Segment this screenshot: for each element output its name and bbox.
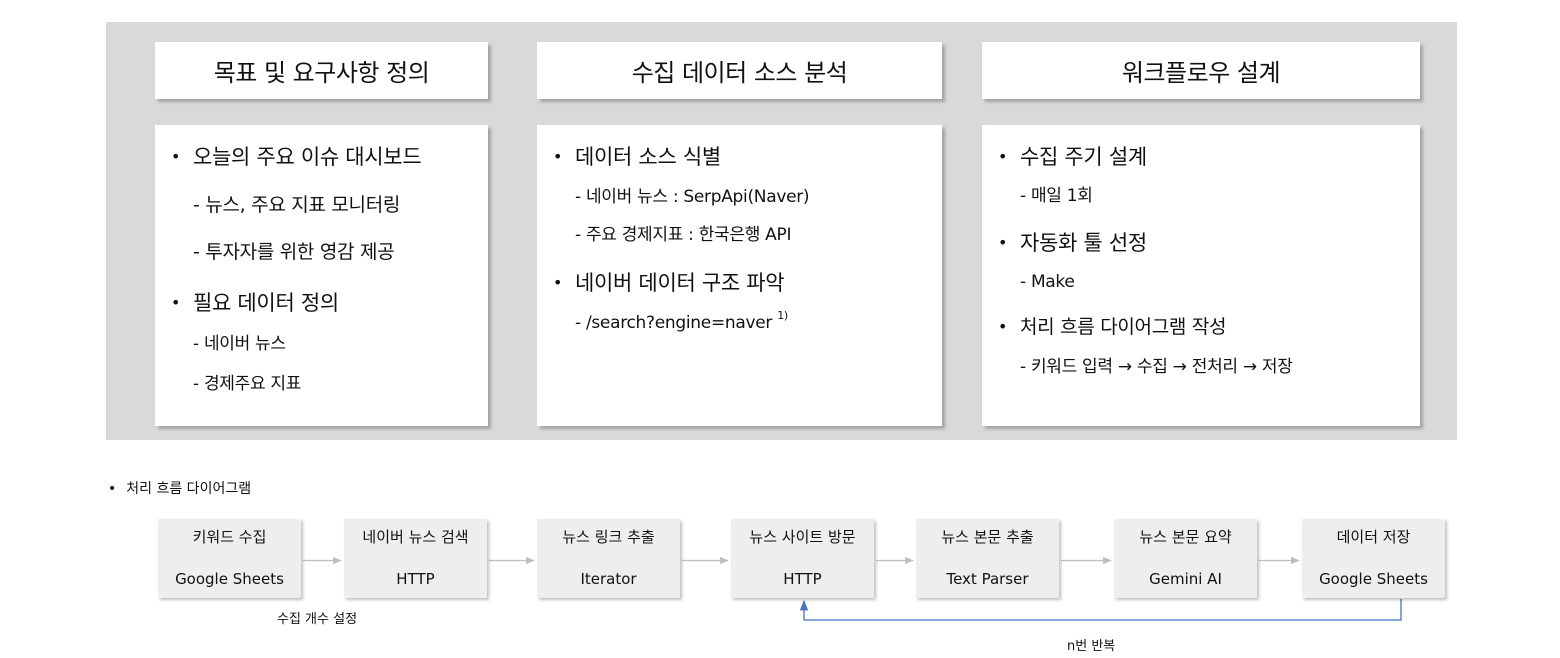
- loop-arrow: [799, 599, 1402, 621]
- collect-count-note: 수집 개수 설정: [277, 612, 358, 627]
- flow-step-body-extract: 뉴스 본문 추출 Text Parser: [916, 519, 1059, 598]
- flow-step-tool: Google Sheets: [175, 570, 284, 588]
- flow-step-title: 네이버 뉴스 검색: [362, 528, 469, 546]
- flow-step-tool: Google Sheets: [1319, 570, 1428, 588]
- loop-label: n번 반복: [1067, 639, 1116, 654]
- flow-step-naver-search: 네이버 뉴스 검색 HTTP: [344, 519, 487, 598]
- flow-step-site-visit: 뉴스 사이트 방문 HTTP: [731, 519, 874, 598]
- flow-step-tool: Gemini AI: [1149, 570, 1222, 588]
- flow-step-title: 뉴스 본문 요약: [1139, 528, 1232, 546]
- flow-step-title: 뉴스 사이트 방문: [749, 528, 856, 546]
- flow-step-title: 데이터 저장: [1336, 528, 1411, 546]
- flow-step-tool: HTTP: [783, 570, 822, 588]
- flow-step-tool: HTTP: [396, 570, 435, 588]
- flow-step-body-summary: 뉴스 본문 요약 Gemini AI: [1114, 519, 1257, 598]
- flow-step-title: 뉴스 본문 추출: [941, 528, 1034, 546]
- flow-step-tool: Text Parser: [946, 570, 1029, 588]
- flow-step-title: 키워드 수집: [192, 528, 267, 546]
- flow-step-tool: Iterator: [580, 570, 637, 588]
- flow-step-data-save: 데이터 저장 Google Sheets: [1302, 519, 1445, 598]
- flow-step-keyword-collect: 키워드 수집 Google Sheets: [158, 519, 301, 598]
- flow-step-title: 뉴스 링크 추출: [562, 528, 655, 546]
- flow-step-link-extract: 뉴스 링크 추출 Iterator: [537, 519, 680, 598]
